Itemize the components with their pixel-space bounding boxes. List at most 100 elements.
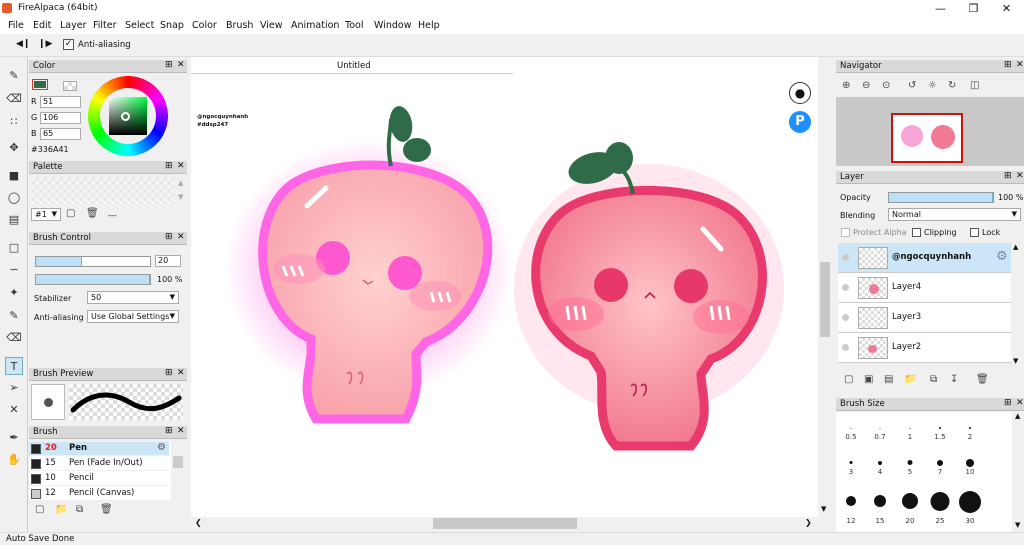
visibility-icon[interactable] [842, 254, 849, 261]
layer-row[interactable]: Layer4 [838, 273, 1011, 303]
menu-view[interactable]: View [260, 20, 283, 31]
palette-swatches-area[interactable] [31, 177, 174, 204]
brush-size-slider[interactable] [35, 256, 151, 267]
scroll-down-icon[interactable]: ▼ [1015, 521, 1020, 529]
brush-size-cell[interactable]: 10 [955, 451, 985, 477]
panel-close-icon[interactable]: ✕ [177, 60, 185, 70]
panel-close-icon[interactable]: ✕ [1016, 60, 1024, 70]
palette-menu[interactable]: --- [108, 211, 117, 220]
layer-row[interactable]: Layer2 [838, 333, 1011, 363]
b-input[interactable]: 65 [40, 128, 81, 140]
brush-size-cell[interactable]: 1 [895, 416, 925, 442]
new-palette-icon[interactable]: ▢ [66, 208, 75, 219]
brush-item[interactable]: 10 Pencil [29, 472, 169, 486]
lock-checkbox[interactable] [970, 228, 979, 237]
next-icon[interactable]: ❙▶ [38, 39, 52, 49]
brush-item[interactable]: 12 Pencil (Canvas) [29, 487, 169, 501]
gradient-tool-icon[interactable]: ▤ [5, 211, 23, 229]
pen-tool-icon[interactable]: ✎ [5, 67, 23, 85]
navigator-preview[interactable] [836, 97, 1024, 166]
undock-icon[interactable]: ⊞ [165, 426, 173, 436]
menu-layer[interactable]: Layer [60, 20, 87, 31]
scroll-up-icon[interactable]: ▲ [1013, 243, 1018, 251]
close-window-button[interactable]: ✕ [990, 0, 1023, 17]
select-eraser-tool-icon[interactable]: ⌫ [5, 329, 23, 347]
zoom-out-icon[interactable]: ⊖ [862, 80, 870, 91]
brush-size-cell[interactable]: 0.7 [865, 416, 895, 442]
canvas-artwork[interactable] [191, 74, 818, 517]
protect-alpha-checkbox[interactable] [841, 228, 850, 237]
r-input[interactable]: 51 [40, 96, 81, 108]
fill-shape-tool-icon[interactable]: ■ [5, 167, 23, 185]
flip-icon[interactable]: ◫ [970, 80, 979, 91]
color-wheel[interactable] [88, 76, 168, 156]
vertical-scroll-thumb[interactable] [820, 262, 830, 337]
prev-icon[interactable]: ◀❙ [16, 39, 30, 49]
minimize-button[interactable]: — [924, 0, 957, 17]
delete-brush-icon[interactable]: 🗑 [100, 504, 113, 515]
palette-select[interactable]: #1 ▼ [31, 208, 61, 221]
brush-item[interactable]: 15 Pen (Fade In/Out) [29, 457, 169, 471]
menu-animation[interactable]: Animation [291, 20, 339, 31]
zoom-in-icon[interactable]: ⊕ [842, 80, 850, 91]
layer-list-scrollbar[interactable]: ▲ ▼ [1011, 243, 1023, 367]
select-pen-tool-icon[interactable]: ✎ [5, 307, 23, 325]
brush-size-cell[interactable]: 30 [955, 490, 985, 526]
scroll-down-icon[interactable]: ▼ [178, 193, 183, 201]
menu-filter[interactable]: Filter [93, 20, 117, 31]
clipping-checkbox[interactable] [912, 228, 921, 237]
menu-help[interactable]: Help [418, 20, 440, 31]
new-layer-icon[interactable]: ▢ [844, 374, 853, 385]
scroll-down-icon[interactable]: ▼ [821, 505, 826, 513]
navigator-viewport[interactable] [891, 113, 963, 163]
stabilizer-select[interactable]: 50 ▼ [87, 291, 179, 304]
eraser-tool-icon[interactable]: ⌫ [5, 90, 23, 108]
layer-row[interactable]: Layer3 [838, 303, 1011, 333]
reset-rotation-icon[interactable]: ☼ [928, 80, 937, 91]
gear-icon[interactable]: ⚙ [996, 249, 1008, 264]
brush-size-cell[interactable]: 3 [836, 451, 866, 477]
menu-snap[interactable]: Snap [160, 20, 184, 31]
text-tool-icon[interactable]: T [5, 357, 23, 375]
brush-size-input[interactable]: 20 [155, 255, 181, 267]
visibility-icon[interactable] [842, 284, 849, 291]
tab-untitled[interactable]: Untitled [337, 61, 371, 71]
move-tool-icon[interactable]: ✥ [5, 139, 23, 157]
brush-antialias-select[interactable]: Use Global Settings ▼ [87, 310, 179, 323]
undock-icon[interactable]: ⊞ [1004, 60, 1012, 70]
menu-color[interactable]: Color [192, 20, 217, 31]
new-1bit-layer-icon[interactable]: ▤ [884, 374, 893, 385]
scroll-left-icon[interactable]: ❮ [195, 518, 202, 527]
brush-size-cell[interactable]: 2 [955, 416, 985, 442]
rotate-right-icon[interactable]: ↻ [948, 80, 956, 91]
menu-select[interactable]: Select [125, 20, 154, 31]
folder-icon[interactable]: 📁 [55, 504, 67, 515]
panel-close-icon[interactable]: ✕ [177, 232, 185, 242]
brush-item[interactable]: 20 Pen ⚙ [29, 442, 169, 456]
panel-close-icon[interactable]: ✕ [1016, 171, 1024, 181]
panel-close-icon[interactable]: ✕ [177, 368, 185, 378]
brush-size-cell[interactable]: 20 [895, 490, 925, 526]
duplicate-brush-icon[interactable]: ⧉ [76, 504, 83, 515]
eyedropper-tool-icon[interactable]: ✒ [5, 429, 23, 447]
undock-icon[interactable]: ⊞ [1004, 398, 1012, 408]
scroll-down-icon[interactable]: ▼ [1013, 357, 1018, 365]
brush-size-cell[interactable]: 1.5 [925, 416, 955, 442]
magic-wand-tool-icon[interactable]: ✦ [5, 284, 23, 302]
undock-icon[interactable]: ⊞ [165, 368, 173, 378]
primary-color-swatch[interactable] [32, 79, 48, 90]
gear-icon[interactable]: ⚙ [157, 442, 166, 453]
duplicate-layer-icon[interactable]: ⧉ [930, 374, 937, 385]
visibility-icon[interactable] [842, 344, 849, 351]
delete-palette-icon[interactable]: 🗑 [86, 208, 99, 219]
layer-opacity-slider[interactable] [888, 192, 994, 203]
brush-size-cell[interactable]: 5 [895, 451, 925, 477]
dot-tool-icon[interactable]: ∷ [5, 113, 23, 131]
menu-file[interactable]: File [8, 20, 24, 31]
bucket-tool-icon[interactable]: ◯ [5, 189, 23, 207]
brush-size-cell[interactable]: 12 [836, 490, 866, 526]
merge-layer-icon[interactable]: ↧ [950, 374, 958, 385]
panel-close-icon[interactable]: ✕ [1016, 398, 1024, 408]
scroll-up-icon[interactable]: ▲ [1015, 412, 1020, 420]
transparent-color-swatch[interactable] [63, 81, 77, 91]
